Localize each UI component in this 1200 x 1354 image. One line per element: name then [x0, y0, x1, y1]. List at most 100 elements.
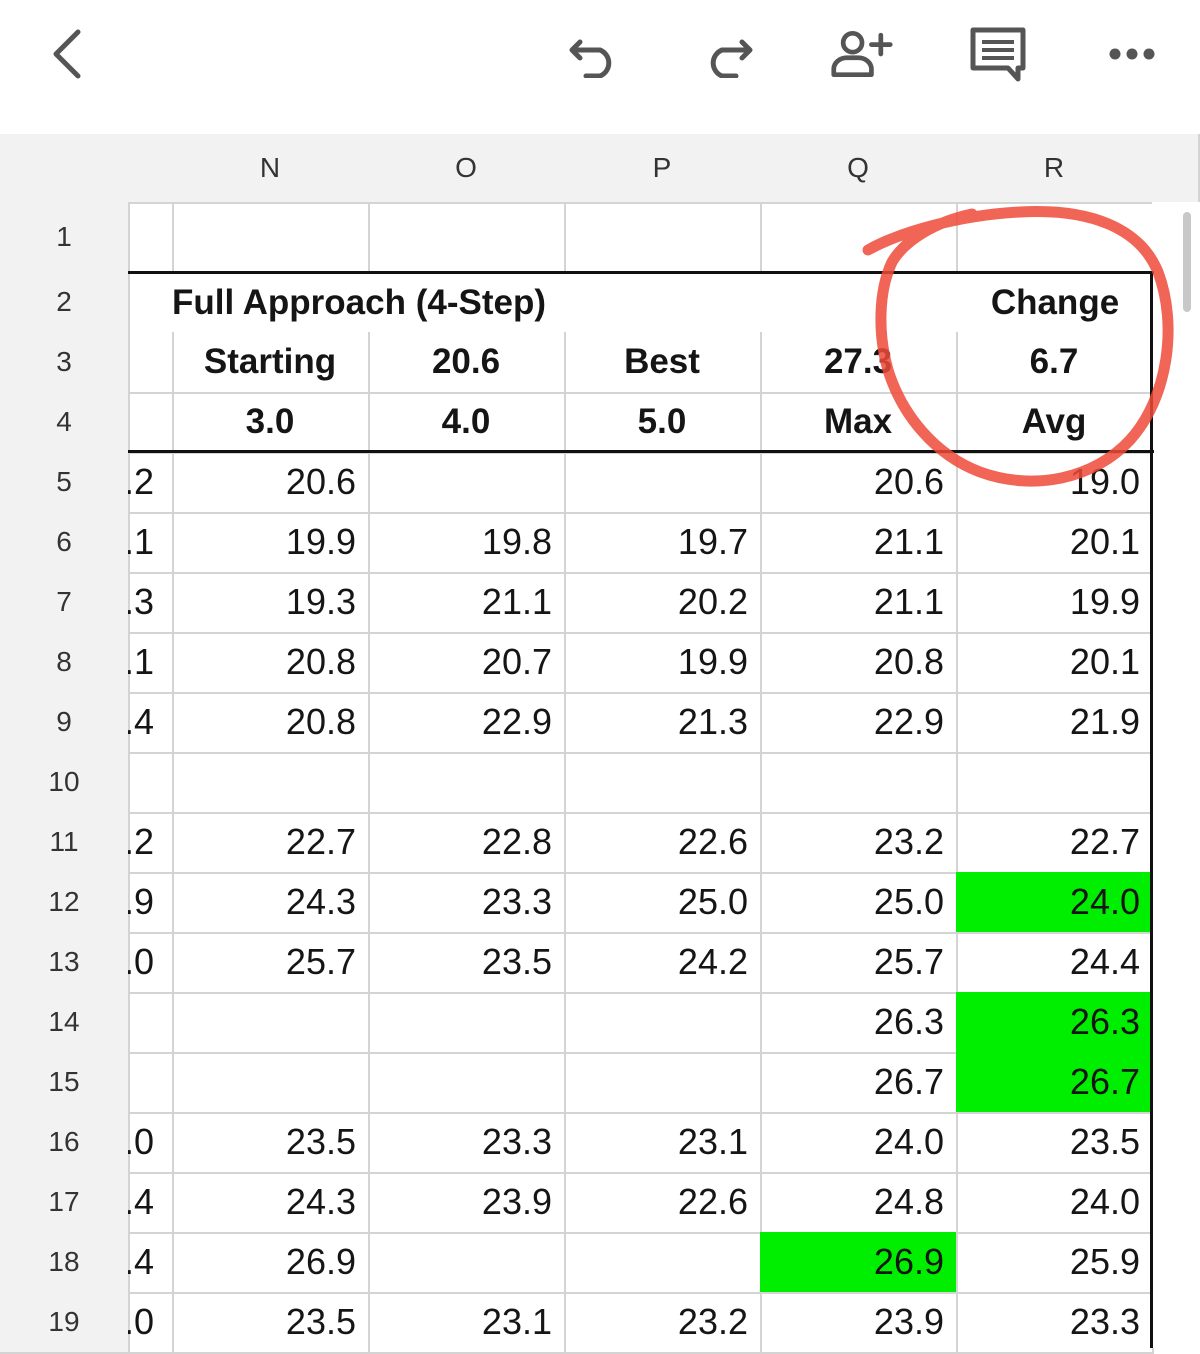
row-header[interactable]: 4: [0, 392, 130, 454]
cell-n19[interactable]: 23.5: [172, 1292, 370, 1354]
cell-p17[interactable]: 22.6: [564, 1172, 762, 1234]
row-header[interactable]: 17: [0, 1172, 130, 1234]
cell-q13[interactable]: 25.7: [760, 932, 958, 994]
comment-icon[interactable]: [966, 22, 1030, 86]
row-header[interactable]: 19: [0, 1292, 130, 1354]
cell-p18[interactable]: [564, 1232, 762, 1294]
cell-n11[interactable]: 22.7: [172, 812, 370, 874]
redo-icon[interactable]: [696, 22, 760, 86]
cell-o15[interactable]: [368, 1052, 566, 1114]
cell-p7[interactable]: 20.2: [564, 572, 762, 634]
cell-r19[interactable]: 23.3: [956, 1292, 1154, 1354]
cell-q7[interactable]: 21.1: [760, 572, 958, 634]
cell-r5[interactable]: 19.0: [956, 452, 1154, 514]
cell-m13[interactable]: .0: [128, 932, 174, 994]
cell-r16[interactable]: 23.5: [956, 1112, 1154, 1174]
cell-q12[interactable]: 25.0: [760, 872, 958, 934]
cell-m14[interactable]: [128, 992, 174, 1054]
cell-m17[interactable]: .4: [128, 1172, 174, 1234]
row-header[interactable]: 3: [0, 332, 130, 394]
cell-o13[interactable]: 23.5: [368, 932, 566, 994]
cell-r9[interactable]: 21.9: [956, 692, 1154, 754]
row-header[interactable]: 18: [0, 1232, 130, 1294]
cell-q16[interactable]: 24.0: [760, 1112, 958, 1174]
cell-m11[interactable]: .2: [128, 812, 174, 874]
cell-q1[interactable]: [760, 202, 958, 274]
col-header-n[interactable]: N: [172, 134, 370, 204]
cell-n17[interactable]: 24.3: [172, 1172, 370, 1234]
cell-r3[interactable]: 6.7: [956, 332, 1154, 394]
section-title-cell[interactable]: Full Approach (4-Step): [172, 272, 956, 334]
corner-cell[interactable]: [0, 134, 130, 204]
cell-r17[interactable]: 24.0: [956, 1172, 1154, 1234]
cell-r12-highlighted[interactable]: 24.0: [956, 872, 1154, 934]
cell-q8[interactable]: 20.8: [760, 632, 958, 694]
more-icon[interactable]: [1100, 22, 1164, 86]
row-header[interactable]: 5: [0, 452, 130, 514]
cell-n16[interactable]: 23.5: [172, 1112, 370, 1174]
cell-q3[interactable]: 27.3: [760, 332, 958, 394]
col-header-o[interactable]: O: [368, 134, 566, 204]
cell-m1[interactable]: [128, 202, 174, 274]
cell-n15[interactable]: [172, 1052, 370, 1114]
cell-o11[interactable]: 22.8: [368, 812, 566, 874]
row-header[interactable]: 14: [0, 992, 130, 1054]
cell-m6[interactable]: .1: [128, 512, 174, 574]
cell-m15[interactable]: [128, 1052, 174, 1114]
col-header-r[interactable]: R: [956, 134, 1154, 204]
cell-p4[interactable]: 5.0: [564, 392, 762, 454]
cell-r7[interactable]: 19.9: [956, 572, 1154, 634]
cell-o19[interactable]: 23.1: [368, 1292, 566, 1354]
row-header[interactable]: 13: [0, 932, 130, 994]
cell-n10[interactable]: [172, 752, 370, 814]
row-header[interactable]: 16: [0, 1112, 130, 1174]
cell-q10[interactable]: [760, 752, 958, 814]
cell-p1[interactable]: [564, 202, 762, 274]
cell-n8[interactable]: 20.8: [172, 632, 370, 694]
cell-p10[interactable]: [564, 752, 762, 814]
cell-o4[interactable]: 4.0: [368, 392, 566, 454]
col-header-p[interactable]: P: [564, 134, 762, 204]
cell-o6[interactable]: 19.8: [368, 512, 566, 574]
cell-p12[interactable]: 25.0: [564, 872, 762, 934]
cell-q15[interactable]: 26.7: [760, 1052, 958, 1114]
undo-icon[interactable]: [562, 22, 626, 86]
row-header[interactable]: 9: [0, 692, 130, 754]
cell-n13[interactable]: 25.7: [172, 932, 370, 994]
row-header[interactable]: 8: [0, 632, 130, 694]
cell-m16[interactable]: .0: [128, 1112, 174, 1174]
row-header[interactable]: 7: [0, 572, 130, 634]
cell-q5[interactable]: 20.6: [760, 452, 958, 514]
cell-p13[interactable]: 24.2: [564, 932, 762, 994]
cell-q19[interactable]: 23.9: [760, 1292, 958, 1354]
back-icon[interactable]: [36, 22, 100, 86]
cell-n4[interactable]: 3.0: [172, 392, 370, 454]
row-header[interactable]: 1: [0, 202, 130, 274]
cell-m8[interactable]: .1: [128, 632, 174, 694]
cell-r6[interactable]: 20.1: [956, 512, 1154, 574]
cell-o10[interactable]: [368, 752, 566, 814]
cell-o1[interactable]: [368, 202, 566, 274]
cell-m3[interactable]: [128, 332, 174, 394]
change-header-cell[interactable]: Change: [956, 272, 1154, 334]
cell-r4[interactable]: Avg: [956, 392, 1154, 454]
cell-n7[interactable]: 19.3: [172, 572, 370, 634]
cell-r18[interactable]: 25.9: [956, 1232, 1154, 1294]
row-header[interactable]: 12: [0, 872, 130, 934]
cell-o16[interactable]: 23.3: [368, 1112, 566, 1174]
col-header-q[interactable]: Q: [760, 134, 958, 204]
col-header-s-partial[interactable]: [1152, 134, 1200, 204]
cell-o17[interactable]: 23.9: [368, 1172, 566, 1234]
cell-p19[interactable]: 23.2: [564, 1292, 762, 1354]
cell-r8[interactable]: 20.1: [956, 632, 1154, 694]
cell-n14[interactable]: [172, 992, 370, 1054]
row-header[interactable]: 2: [0, 272, 130, 334]
cell-r1[interactable]: [956, 202, 1154, 274]
cell-o18[interactable]: [368, 1232, 566, 1294]
cell-p11[interactable]: 22.6: [564, 812, 762, 874]
cell-m10[interactable]: [128, 752, 174, 814]
cell-q17[interactable]: 24.8: [760, 1172, 958, 1234]
cell-o12[interactable]: 23.3: [368, 872, 566, 934]
cell-p16[interactable]: 23.1: [564, 1112, 762, 1174]
cell-n5[interactable]: 20.6: [172, 452, 370, 514]
